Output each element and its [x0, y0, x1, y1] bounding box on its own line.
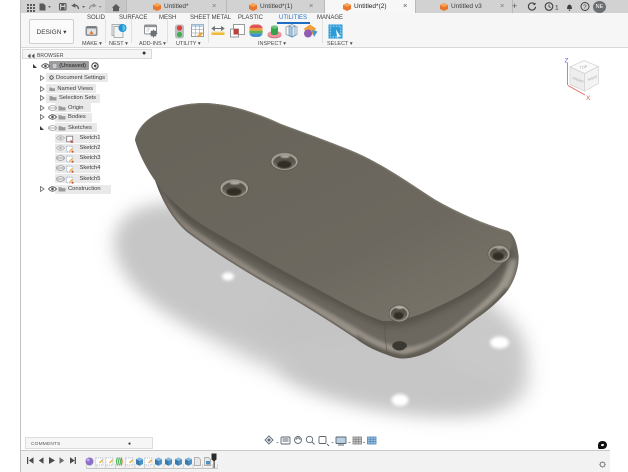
svg-text:1: 1	[555, 5, 559, 12]
svg-text:Z: Z	[565, 58, 569, 65]
svg-text:X: X	[586, 95, 591, 102]
